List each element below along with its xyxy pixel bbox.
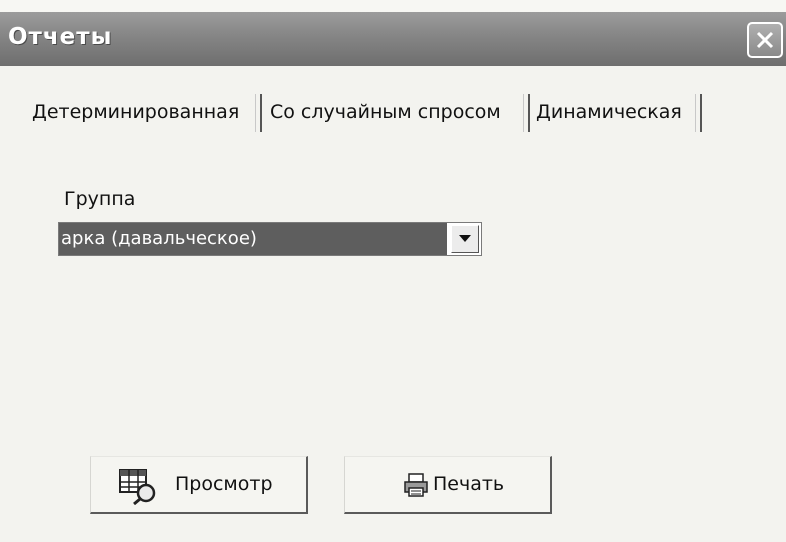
tab-label: Детерминированная [32,101,240,123]
tab-random-demand[interactable]: Со случайным спросом [270,92,530,136]
close-button[interactable] [747,22,783,58]
background-strip [0,0,786,12]
group-select-value: арка (давальческое) [59,223,447,255]
tab-separator [523,94,530,132]
preview-button[interactable]: Просмотр [90,456,308,514]
window-title: Отчеты [8,24,113,50]
title-bar[interactable]: Отчеты [0,12,786,66]
tab-deterministic[interactable]: Детерминированная [32,92,262,136]
tab-separator [695,94,702,132]
close-icon [756,31,774,49]
print-button[interactable]: Печать [344,456,552,514]
preview-label: Просмотр [175,473,273,495]
table-magnifier-icon [119,469,159,510]
group-select[interactable]: арка (давальческое) [58,222,482,256]
tab-separator [255,94,262,132]
dropdown-button[interactable] [451,225,479,253]
tab-label: Динамическая [536,101,682,123]
print-label: Печать [433,473,505,495]
reports-dialog: Отчеты Детерминированная Со случайным сп… [0,12,786,542]
tab-label: Со случайным спросом [270,101,501,123]
printer-icon [403,473,429,502]
chevron-down-icon [459,235,471,242]
group-label: Группа [64,188,136,210]
tab-dynamic[interactable]: Динамическая [536,92,702,136]
